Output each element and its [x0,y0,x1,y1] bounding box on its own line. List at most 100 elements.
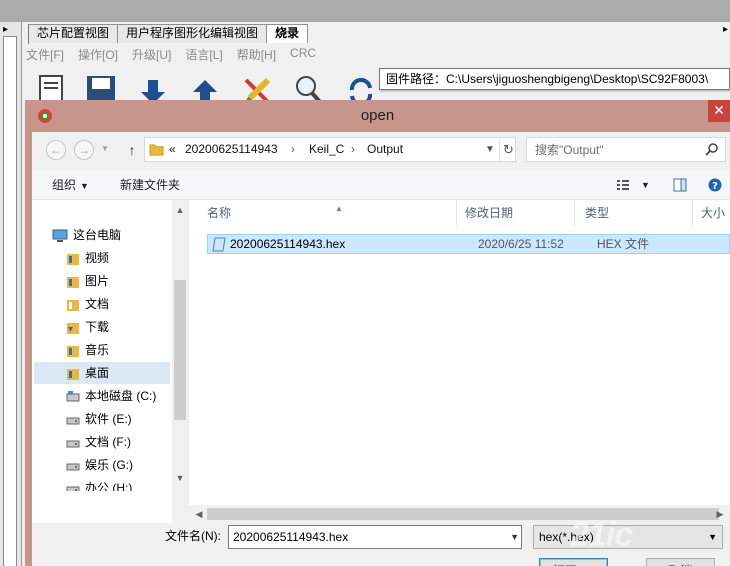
address-row: ← → ▼ ↑ « 20200625114943 › Keil_C › Outp… [32,132,730,168]
tab-chip-config[interactable]: 芯片配置视图 [28,24,119,44]
menu-upgrade[interactable]: 升级[U] [132,46,171,63]
filename-input[interactable] [229,526,499,548]
nav-documents[interactable]: 文档 [66,293,109,315]
chevron-down-icon[interactable]: ▼ [510,526,519,548]
dialog-client-area: ← → ▼ ↑ « 20200625114943 › Keil_C › Outp… [32,132,730,566]
nav-label: 桌面 [85,366,110,380]
forward-button[interactable]: → [74,140,94,160]
menu-crc[interactable]: CRC [290,46,316,63]
nav-drive-h[interactable]: 办公 (H:) [66,477,132,491]
nav-label: 文档 (F:) [85,435,131,449]
folder-icon [149,144,164,156]
nav-drive-c[interactable]: 本地磁盘 (C:) [66,385,156,407]
new-folder-button[interactable]: 新建文件夹 [120,170,180,200]
nav-label: 下载 [85,320,110,334]
file-horizontal-scrollbar[interactable]: ◀ ▶ [189,505,730,523]
column-header-name[interactable]: 名称 ▲ [199,200,457,226]
up-button[interactable]: ↑ [124,140,140,160]
back-button[interactable]: ← [46,140,66,160]
drive-icon [66,440,80,448]
nav-pictures[interactable]: 图片 [66,270,109,292]
folder-icon [67,299,79,311]
nav-label: 娱乐 (G:) [85,458,133,472]
folder-icon [67,345,79,357]
svg-text:?: ? [712,181,718,192]
nav-this-pc[interactable]: 这台电脑 [52,224,121,246]
breadcrumb-project[interactable]: 20200625114943 [185,138,278,161]
drive-icon [66,463,80,471]
folder-icon [67,253,79,265]
nav-downloads[interactable]: 下载 [66,316,109,338]
nav-vertical-scrollbar[interactable]: ▲ ▼ [172,200,188,523]
menu-language[interactable]: 语言[L] [185,46,222,63]
nav-label: 软件 (E:) [85,412,132,426]
cancel-button[interactable]: 取消 [646,558,715,566]
menu-file[interactable]: 文件[F] [26,46,64,63]
nav-label: 办公 (H:) [85,481,133,491]
scrollbar-thumb[interactable] [207,508,719,520]
refresh-icon[interactable]: ↻ [499,138,517,161]
column-header-size[interactable]: 大小 [693,200,730,226]
search-icon[interactable] [705,142,719,156]
navigation-pane: 这台电脑 视频 图片 文档 下载 音乐 桌面 本地磁盘 (C:) 软件 (E:)… [32,200,188,523]
breadcrumb-separator: › [291,142,295,156]
nav-label: 这台电脑 [73,228,122,242]
breadcrumb-keil[interactable]: Keil_C [309,138,344,161]
column-header-type[interactable]: 类型 [577,200,693,226]
search-input[interactable] [527,138,697,161]
file-name: 20200625114943.hex [230,237,346,251]
site-watermark: 21ic [570,516,633,554]
nav-music[interactable]: 音乐 [66,339,109,361]
scrollbar-thumb[interactable] [174,280,186,420]
nav-videos[interactable]: 视频 [66,247,109,269]
open-file-dialog: open ✕ ← → ▼ ↑ « 20200625114943 › Keil_C… [25,100,730,566]
address-bar[interactable]: « 20200625114943 › Keil_C › Output ▼ ↻ [144,137,516,162]
scroll-down-icon[interactable]: ▼ [172,470,188,486]
scroll-up-icon[interactable]: ▲ [172,202,188,218]
close-button[interactable]: ✕ [708,100,730,122]
breadcrumb-separator: › [351,142,355,156]
column-header-date[interactable]: 修改日期 [457,200,575,226]
nav-label: 本地磁盘 (C:) [85,389,157,403]
open-button[interactable]: 打开(O) [539,558,608,566]
view-options-icon[interactable] [616,178,630,192]
folder-icon [67,368,79,380]
app-menubar: 文件[F] 操作[O] 升级[U] 语言[L] 帮助[H] CRC [26,46,316,63]
organize-button[interactable]: 组织 ▼ [52,170,89,201]
filename-combobox[interactable]: ▼ [228,525,522,549]
breadcrumb-overflow[interactable]: « [169,138,176,161]
hex-file-icon [212,237,226,252]
help-icon[interactable]: ? [708,178,722,192]
app-top-strip [0,0,730,22]
menu-operate[interactable]: 操作[O] [78,46,118,63]
app-left-pane: ▸ [0,22,22,566]
nav-drive-g[interactable]: 娱乐 (G:) [66,454,133,476]
scroll-right-icon[interactable]: ▶ [712,505,728,523]
recent-dropdown-icon[interactable]: ▼ [98,140,112,160]
menu-help[interactable]: 帮助[H] [237,46,276,63]
nav-label: 音乐 [85,343,110,357]
file-row[interactable]: 20200625114943.hex 2020/6/25 11:52 HEX 文… [207,234,730,254]
drive-icon [66,486,80,491]
computer-icon [52,229,68,242]
folder-icon [67,276,79,288]
dialog-titlebar[interactable]: open ✕ [25,100,730,132]
column-name-label: 名称 [207,206,232,220]
drive-icon [66,417,80,425]
nav-desktop[interactable]: 桌面 [34,362,170,384]
preview-pane-icon[interactable] [673,178,687,192]
address-dropdown-icon[interactable]: ▼ [481,138,499,161]
filename-label: 文件名(N): [165,529,221,543]
breadcrumb-output[interactable]: Output [367,138,403,161]
nav-drive-f[interactable]: 文档 (F:) [66,431,131,453]
scroll-left-icon[interactable]: ◀ [191,505,207,523]
search-box[interactable] [526,137,726,162]
file-date: 2020/6/25 11:52 [478,237,564,251]
tab-burn[interactable]: 烧录 [266,24,309,43]
nav-drive-e[interactable]: 软件 (E:) [66,408,132,430]
file-list-pane: 名称 ▲ 修改日期 类型 大小 20200625114943.hex 2020/… [189,200,730,523]
view-dropdown-icon[interactable]: ▼ [641,170,650,200]
nav-label: 文档 [85,297,110,311]
tab-graphical-editor[interactable]: 用户程序图形化编辑视图 [117,24,268,43]
chevron-down-icon: ▼ [708,532,717,542]
